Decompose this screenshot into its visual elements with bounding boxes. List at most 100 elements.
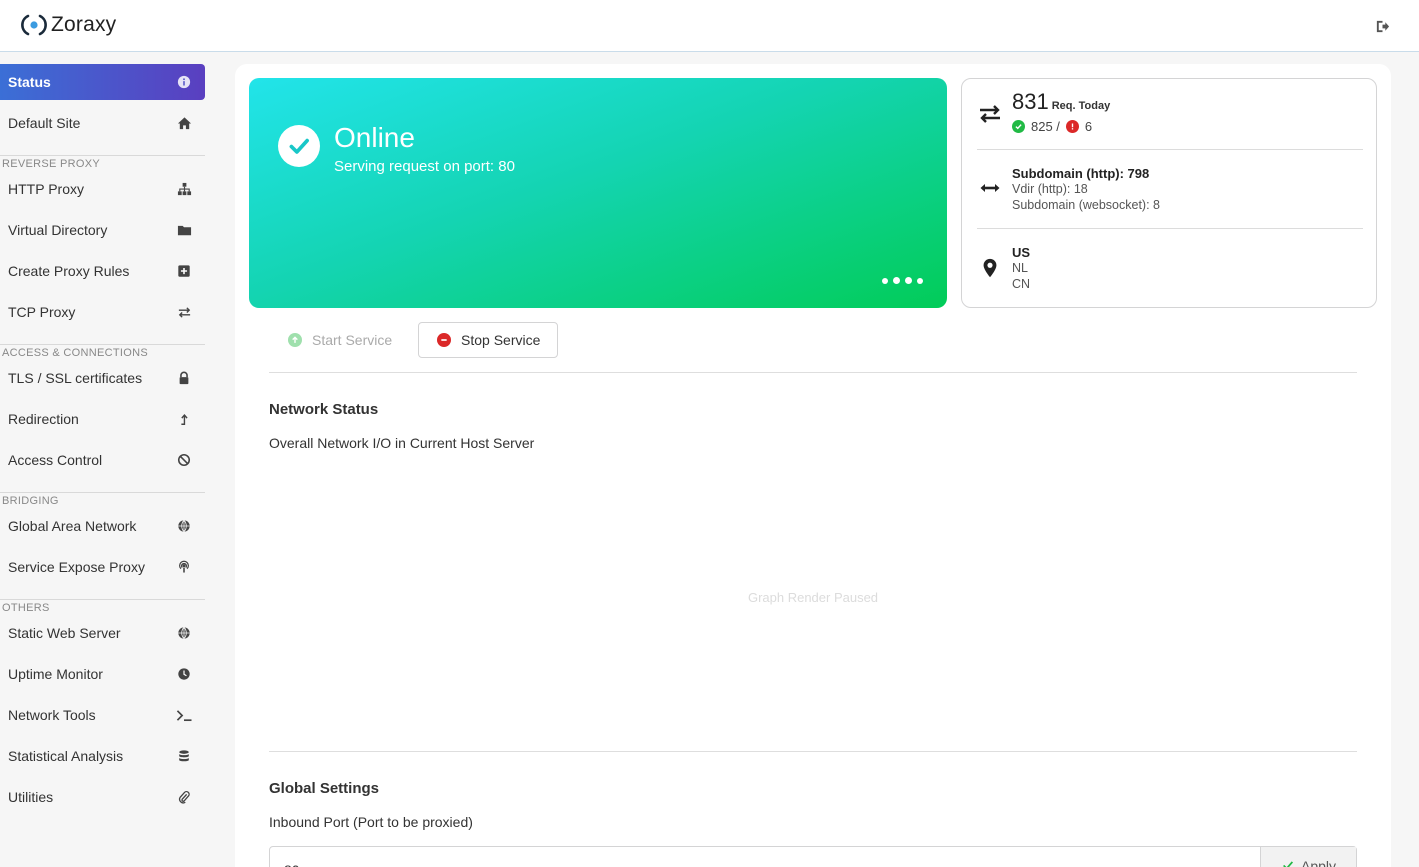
sidebar-item-label: Virtual Directory bbox=[8, 222, 108, 238]
minus-circle-icon bbox=[437, 333, 451, 347]
check-circle-icon bbox=[278, 125, 320, 167]
logout-button[interactable] bbox=[1371, 15, 1393, 37]
section-label-bridging: BRIDGING bbox=[0, 492, 205, 507]
status-card: Online Serving request on port: 80 bbox=[249, 78, 947, 308]
exchange-icon bbox=[175, 303, 193, 321]
section-divider bbox=[269, 751, 1357, 752]
request-breakdown: 825 / 6 bbox=[1012, 119, 1092, 134]
network-status-title: Network Status bbox=[269, 401, 379, 418]
top-countries: US NL CN bbox=[1012, 245, 1030, 292]
country-2: NL bbox=[1012, 261, 1028, 275]
country-3: CN bbox=[1012, 277, 1031, 291]
check-circle-icon bbox=[1012, 120, 1025, 133]
sidebar-item-utilities[interactable]: Utilities bbox=[0, 779, 205, 815]
section-label-others: OTHERS bbox=[0, 599, 205, 614]
sidebar-item-label: TLS / SSL certificates bbox=[8, 370, 143, 386]
sidebar-item-http-proxy[interactable]: HTTP Proxy bbox=[0, 171, 205, 207]
arrows-horizontal-icon bbox=[977, 175, 1003, 201]
inbound-port-field: Apply bbox=[269, 846, 1357, 867]
lock-icon bbox=[175, 369, 193, 387]
sign-out-icon bbox=[1376, 20, 1389, 32]
info-circle-icon bbox=[175, 73, 193, 91]
terminal-icon bbox=[175, 706, 193, 724]
sidebar-item-label: Service Expose Proxy bbox=[8, 559, 145, 575]
error-count: 6 bbox=[1084, 119, 1093, 134]
sidebar-item-statistical-analysis[interactable]: Statistical Analysis bbox=[0, 738, 205, 774]
sidebar-item-label: Statistical Analysis bbox=[8, 748, 124, 764]
sidebar-item-network-tools[interactable]: Network Tools bbox=[0, 697, 205, 733]
sidebar-item-uptime-monitor[interactable]: Uptime Monitor bbox=[0, 656, 205, 692]
plus-square-icon bbox=[175, 262, 193, 280]
inbound-port-input[interactable] bbox=[270, 847, 1260, 867]
start-service-label: Start Service bbox=[312, 332, 393, 348]
apply-button[interactable]: Apply bbox=[1260, 847, 1356, 867]
map-marker-icon bbox=[977, 255, 1003, 281]
sidebar-item-label: Redirection bbox=[8, 411, 79, 427]
sidebar-item-label: HTTP Proxy bbox=[8, 181, 84, 197]
sidebar-item-label: Global Area Network bbox=[8, 518, 137, 534]
exclamation-circle-icon bbox=[1065, 120, 1079, 133]
sidebar-item-label: Access Control bbox=[8, 452, 103, 468]
globe-icon bbox=[175, 517, 193, 535]
sidebar: Status Default Site REVERSE PROXY HTTP P… bbox=[0, 52, 205, 867]
sidebar-item-redirection[interactable]: Redirection bbox=[0, 401, 205, 437]
brand[interactable]: Zoraxy bbox=[21, 11, 116, 39]
country-row: US NL CN bbox=[977, 242, 1363, 302]
success-count: 825 / bbox=[1031, 119, 1060, 134]
sidebar-item-create-proxy-rules[interactable]: Create Proxy Rules bbox=[0, 253, 205, 289]
routing-stats: Subdomain (http): 798 Vdir (http): 18 Su… bbox=[1012, 166, 1160, 213]
sitemap-icon bbox=[175, 180, 193, 198]
section-label-access-connections: ACCESS & CONNECTIONS bbox=[0, 344, 205, 359]
sidebar-item-label: Network Tools bbox=[8, 707, 96, 723]
subdomain-ws-stat: Subdomain (websocket): 8 bbox=[1012, 198, 1160, 212]
home-icon bbox=[175, 114, 193, 132]
level-up-icon bbox=[175, 410, 193, 428]
exchange-icon bbox=[977, 101, 1003, 127]
clock-icon bbox=[175, 665, 193, 683]
stop-service-button[interactable]: Stop Service bbox=[418, 322, 558, 358]
sidebar-item-label: Create Proxy Rules bbox=[8, 263, 130, 279]
inbound-port-label: Inbound Port (Port to be proxied) bbox=[269, 814, 473, 830]
sidebar-item-service-expose-proxy[interactable]: Service Expose Proxy bbox=[0, 549, 205, 585]
brand-name: Zoraxy bbox=[51, 13, 117, 36]
requests-today-count: 831 bbox=[1012, 89, 1049, 114]
requests-today: 831 Req. Today bbox=[1012, 89, 1110, 115]
start-service-button[interactable]: Start Service bbox=[269, 322, 409, 358]
stats-card: 831 Req. Today 825 / 6 Subdomain (http): … bbox=[961, 78, 1377, 308]
sidebar-item-virtual-directory[interactable]: Virtual Directory bbox=[0, 212, 205, 248]
zoraxy-logo-icon bbox=[21, 14, 47, 36]
arrow-circle-up-icon bbox=[288, 333, 302, 347]
apply-label: Apply bbox=[1300, 858, 1337, 867]
top-bar: Zoraxy bbox=[0, 0, 1419, 52]
section-divider bbox=[269, 372, 1357, 373]
routing-row: Subdomain (http): 798 Vdir (http): 18 Su… bbox=[977, 163, 1363, 223]
database-icon bbox=[175, 747, 193, 765]
sidebar-item-global-area-network[interactable]: Global Area Network bbox=[0, 508, 205, 544]
global-settings-title: Global Settings bbox=[269, 780, 380, 797]
sidebar-item-status[interactable]: Status bbox=[0, 64, 205, 100]
sidebar-item-tls-ssl[interactable]: TLS / SSL certificates bbox=[0, 360, 205, 396]
subdomain-http-stat: Subdomain (http): 798 bbox=[1012, 166, 1150, 181]
status-subtitle: Serving request on port: 80 bbox=[334, 158, 515, 175]
sidebar-item-default-site[interactable]: Default Site bbox=[0, 105, 205, 141]
sidebar-item-label: Status bbox=[8, 74, 51, 90]
stop-service-label: Stop Service bbox=[461, 332, 541, 348]
globe-icon bbox=[175, 624, 193, 642]
sidebar-item-tcp-proxy[interactable]: TCP Proxy bbox=[0, 294, 205, 330]
requests-today-label: Req. Today bbox=[1051, 100, 1111, 112]
check-icon bbox=[1282, 861, 1294, 867]
sidebar-item-label: Static Web Server bbox=[8, 625, 121, 641]
podcast-icon bbox=[175, 558, 193, 576]
sidebar-item-label: Utilities bbox=[8, 789, 54, 805]
graph-placeholder: Graph Render Paused bbox=[747, 590, 879, 605]
stats-divider bbox=[977, 149, 1363, 150]
ellipsis-icon bbox=[882, 277, 923, 284]
paperclip-icon bbox=[175, 788, 193, 806]
country-1: US bbox=[1012, 245, 1031, 260]
sidebar-item-label: Uptime Monitor bbox=[8, 666, 103, 682]
sidebar-item-static-web-server[interactable]: Static Web Server bbox=[0, 615, 205, 651]
stats-divider bbox=[977, 228, 1363, 229]
sidebar-item-label: TCP Proxy bbox=[8, 304, 76, 320]
sidebar-item-access-control[interactable]: Access Control bbox=[0, 442, 205, 478]
network-status-description: Overall Network I/O in Current Host Serv… bbox=[269, 435, 535, 451]
